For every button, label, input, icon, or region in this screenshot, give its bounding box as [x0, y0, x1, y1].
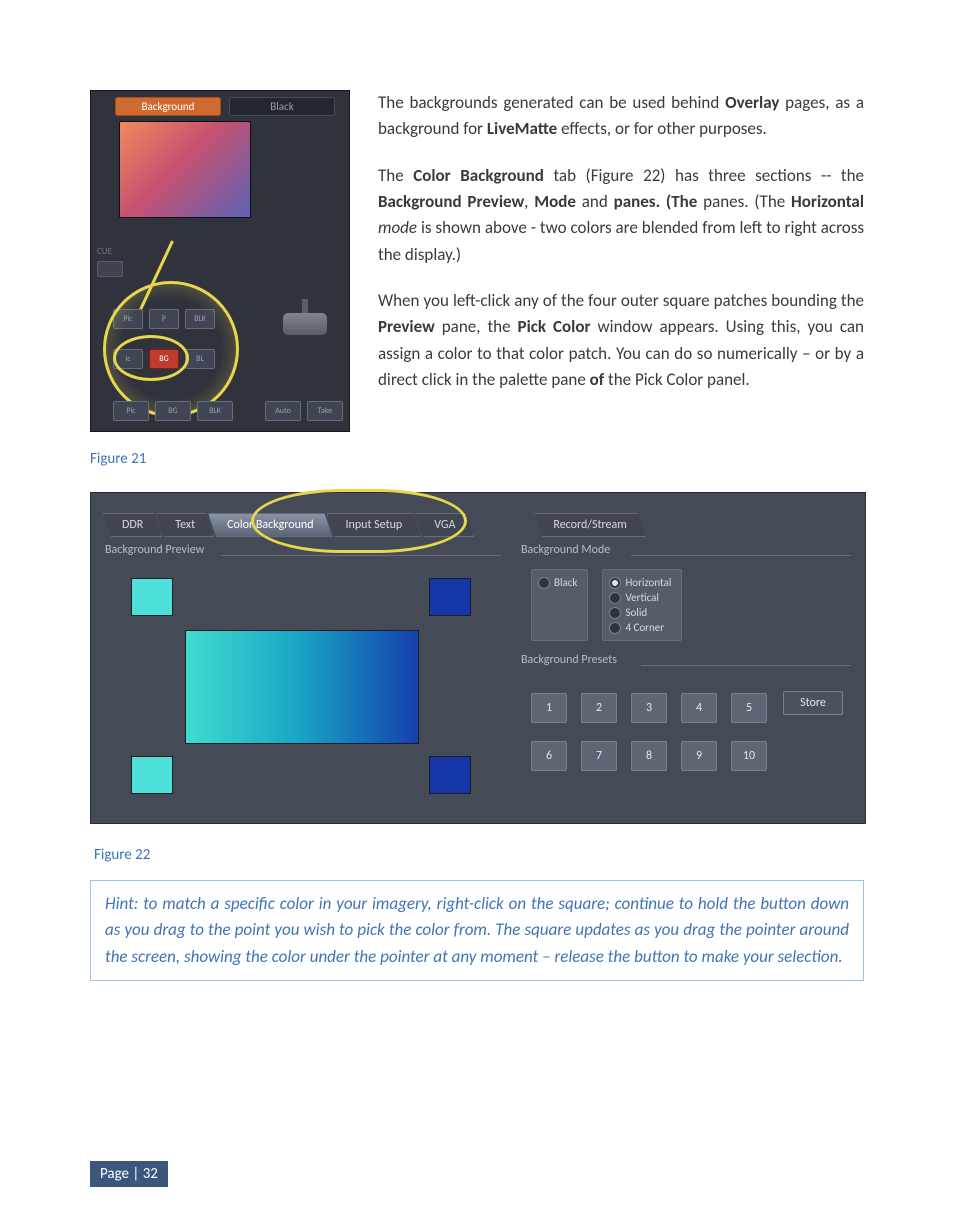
hint-box: Hint: to match a specific color in your …: [90, 880, 864, 981]
fig22-tab-ddr[interactable]: DDR: [103, 513, 162, 537]
fig22-preset-6[interactable]: 6: [531, 741, 567, 771]
fig22-tab-record-stream[interactable]: Record/Stream: [534, 513, 645, 537]
fig22-color-patch-br[interactable]: [429, 756, 471, 794]
fig21-chip: BG: [155, 401, 191, 421]
fig22-preset-5[interactable]: 5: [731, 693, 767, 723]
fig22-radio-black[interactable]: Black: [538, 576, 577, 589]
fig21-chip: Pic: [113, 401, 149, 421]
fig22-color-patch-tr[interactable]: [429, 578, 471, 616]
fig22-mode-label: Background Mode: [521, 543, 610, 557]
fig21-chip-take: Take: [307, 401, 343, 421]
fig22-tab-input-setup[interactable]: Input Setup: [327, 513, 422, 537]
fig22-mode-options: Horizontal Vertical Solid 4 Corner: [602, 569, 682, 641]
fig22-presets-label: Background Presets: [521, 653, 617, 667]
fig21-cue-bar: [97, 261, 123, 277]
fig21-chip: BL: [185, 349, 215, 369]
fig21-row-c: Pic BG BLK Auto Take: [91, 401, 349, 421]
fig21-chip-bg: BG: [149, 349, 179, 369]
fig22-tab-vga[interactable]: VGA: [415, 513, 474, 537]
fig22-preset-2[interactable]: 2: [581, 693, 617, 723]
fig22-preview-pane: [131, 568, 471, 798]
fig21-annotation-line: [137, 240, 174, 314]
fig22-divider: [631, 555, 851, 556]
fig22-preset-8[interactable]: 8: [631, 741, 667, 771]
figure-22-caption: Figure 22: [94, 846, 864, 864]
figure-21-image: Background Black CUE Pic P BLK ic BG BL: [90, 90, 350, 432]
fig22-gradient-preview: [185, 630, 419, 744]
fig21-tbar: [283, 313, 327, 335]
fig22-preset-7[interactable]: 7: [581, 741, 617, 771]
paragraph-1: The backgrounds generated can be used be…: [378, 90, 864, 143]
fig22-color-patch-tl[interactable]: [131, 578, 173, 616]
fig22-preset-9[interactable]: 9: [681, 741, 717, 771]
paragraph-2: The Color Background tab (Figure 22) has…: [378, 163, 864, 268]
fig22-mode-pane: Black Horizontal Vertical Solid 4 Corner: [531, 569, 682, 641]
fig22-radio-4corner[interactable]: 4 Corner: [609, 621, 671, 634]
fig22-radio-solid[interactable]: Solid: [609, 606, 671, 619]
figure-22-image: DDR Text Color Background Input Setup VG…: [90, 492, 866, 824]
fig22-preset-3[interactable]: 3: [631, 693, 667, 723]
fig21-tab-background: Background: [115, 97, 221, 116]
fig21-cue-label: CUE: [97, 246, 112, 257]
fig22-preview-label: Background Preview: [105, 543, 204, 557]
fig22-preset-10[interactable]: 10: [731, 741, 767, 771]
radio-icon: [609, 577, 621, 589]
fig21-chip: BLK: [197, 401, 233, 421]
fig22-tab-row: DDR Text Color Background Input Setup VG…: [103, 513, 853, 537]
fig22-divider: [221, 555, 501, 556]
fig22-divider: [641, 665, 851, 666]
radio-icon: [609, 622, 621, 634]
fig22-radio-horizontal[interactable]: Horizontal: [609, 576, 671, 589]
radio-icon: [538, 577, 550, 589]
fig22-radio-vertical[interactable]: Vertical: [609, 591, 671, 604]
radio-icon: [609, 592, 621, 604]
fig21-chip-auto: Auto: [265, 401, 301, 421]
fig22-store-button[interactable]: Store: [783, 691, 843, 715]
fig22-tab-text[interactable]: Text: [156, 513, 214, 537]
paragraph-3: When you left-click any of the four oute…: [378, 288, 864, 393]
fig21-chip: ic: [113, 349, 143, 369]
fig21-chip: P: [149, 309, 179, 329]
fig22-preset-1[interactable]: 1: [531, 693, 567, 723]
fig21-chip: BLK: [185, 309, 215, 329]
fig22-presets-pane: 1 2 3 4 5 6 7 8 9 10: [531, 693, 767, 789]
fig21-tab-black: Black: [229, 97, 335, 116]
fig22-tab-color-background[interactable]: Color Background: [208, 513, 332, 537]
fig21-chip: Pic: [113, 309, 143, 329]
radio-icon: [609, 607, 621, 619]
body-text: The backgrounds generated can be used be…: [378, 90, 864, 413]
fig22-color-patch-bl[interactable]: [131, 756, 173, 794]
fig22-preset-4[interactable]: 4: [681, 693, 717, 723]
page-footer: Page | 32: [90, 1161, 168, 1187]
fig21-row-b: ic BG BL: [91, 349, 349, 369]
figure-21-caption: Figure 21: [90, 450, 350, 468]
fig22-black-col: Black: [531, 569, 588, 641]
fig21-gradient-preview: [119, 121, 251, 218]
